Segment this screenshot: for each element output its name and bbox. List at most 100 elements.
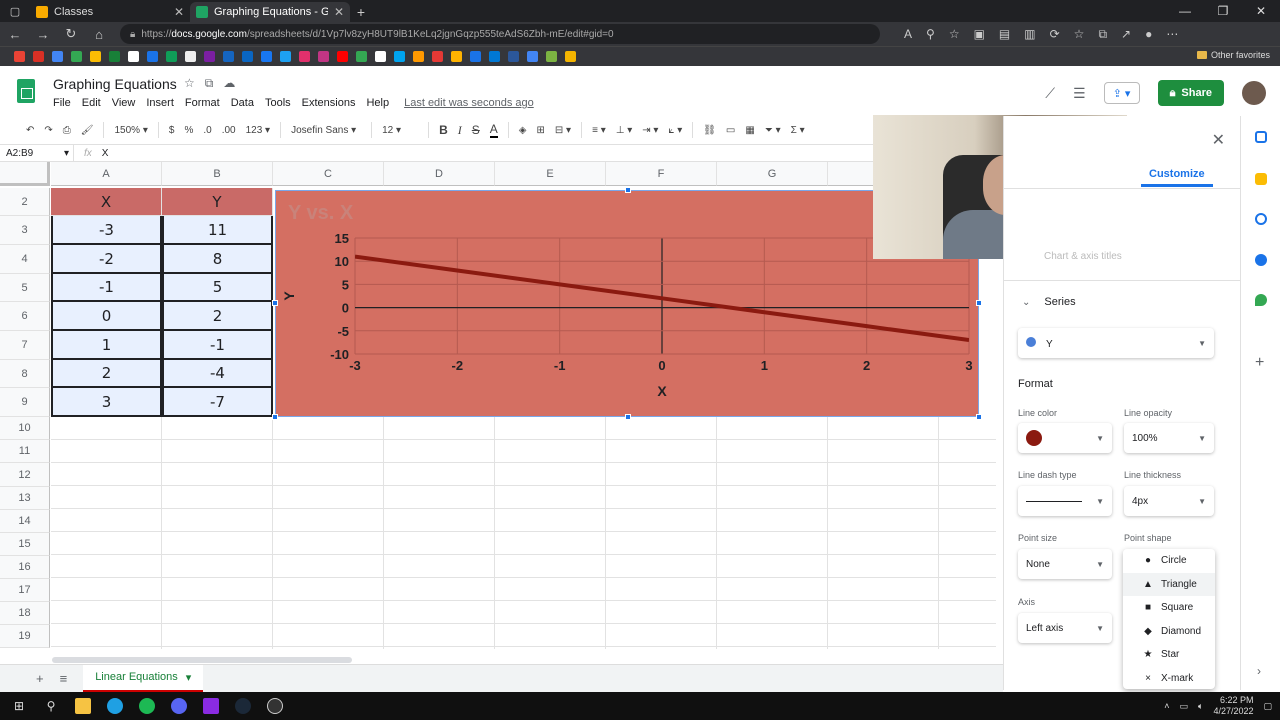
resize-handle[interactable] [625,187,631,193]
decrease-decimal-button[interactable]: .0 [203,125,211,136]
menu-extensions[interactable]: Extensions [302,97,356,109]
column-header-b[interactable]: B [162,162,273,186]
close-icon[interactable]: ✕ [1212,130,1225,150]
share-icon[interactable]: ↗ [1121,27,1131,42]
row-header[interactable]: 18 [0,602,50,625]
window-menu-icon[interactable]: ▢ [0,0,30,22]
bookmark-icon[interactable] [128,51,139,62]
bookmark-icon[interactable] [223,51,234,62]
browser-tab-classes[interactable]: Classes ✕ [30,2,190,22]
close-tab-icon[interactable]: ✕ [174,5,184,19]
bookmark-icon[interactable] [451,51,462,62]
restore-icon[interactable]: ❐ [1204,0,1242,22]
row-header[interactable]: 10 [0,417,50,440]
row-header[interactable]: 8 [0,360,50,388]
extension-icon[interactable]: ▥ [1024,27,1035,42]
formula-input[interactable]: X [102,148,109,159]
row-header[interactable]: 2 [0,188,50,216]
functions-icon[interactable]: Σ ▾ [791,125,805,136]
menu-help[interactable]: Help [366,97,389,109]
bookmark-icon[interactable] [261,51,272,62]
text-rotation-icon[interactable]: ⟀ ▾ [668,125,682,136]
comment-icon[interactable]: ▭ [726,125,735,136]
file-explorer-icon[interactable] [72,696,94,716]
cloud-status-icon[interactable]: ☁ [223,76,235,91]
font-select[interactable]: Josefin Sans ▾ [291,125,361,136]
row-header[interactable]: 6 [0,302,50,331]
browser-tab-sheets[interactable]: Graphing Equations - Google Sh ✕ [190,2,350,22]
row-header[interactable]: 3 [0,216,50,245]
series-section-header[interactable]: ⌄ Series [1022,296,1076,308]
empty-cells[interactable] [51,417,996,649]
windows-start-icon[interactable]: ⊞ [8,696,30,716]
row-header[interactable]: 11 [0,440,50,463]
bookmark-icon[interactable] [52,51,63,62]
header-cell-x[interactable]: X [51,188,162,216]
row-header[interactable]: 12 [0,463,50,487]
series-select[interactable]: Y ▼ [1018,328,1214,358]
bookmark-icon[interactable] [166,51,177,62]
row-header[interactable]: 17 [0,579,50,602]
row-header[interactable]: 5 [0,274,50,302]
table-cell[interactable]: 3 [51,388,162,417]
bookmark-icon[interactable] [204,51,215,62]
url-field[interactable]: 🔒︎ https://docs.google.com/spreadsheets/… [120,24,880,44]
move-icon[interactable]: ⧉ [205,76,214,91]
forward-icon[interactable]: → [36,27,50,42]
bookmark-icon[interactable] [375,51,386,62]
bookmark-icon[interactable] [242,51,253,62]
bookmark-icon[interactable] [185,51,196,62]
last-edit-link[interactable]: Last edit was seconds ago [404,97,534,109]
dash-type-select[interactable]: ▼ [1018,486,1112,516]
zoom-select[interactable]: 150% ▾ [114,125,147,136]
favorite-icon[interactable]: ☆ [949,27,960,42]
bookmark-icon[interactable] [337,51,348,62]
resize-handle[interactable] [625,414,631,420]
table-cell[interactable]: -4 [162,360,273,388]
spotify-icon[interactable] [136,696,158,716]
resize-handle[interactable] [272,300,278,306]
steam-icon[interactable] [232,696,254,716]
close-tab-icon[interactable]: ✕ [334,5,344,19]
increase-decimal-button[interactable]: .00 [222,125,236,136]
column-header-g[interactable]: G [717,162,828,186]
row-header[interactable]: 19 [0,625,50,648]
column-header-c[interactable]: C [273,162,384,186]
read-aloud-icon[interactable]: A [904,27,912,42]
select-all-corner[interactable] [0,162,50,186]
table-cell[interactable]: 2 [162,302,273,331]
borders-icon[interactable]: ⊞ [537,125,545,136]
table-cell[interactable]: 1 [51,331,162,360]
bookmark-icon[interactable] [147,51,158,62]
bookmark-icon[interactable] [71,51,82,62]
network-icon[interactable]: ▭ [1180,701,1189,712]
line-color-select[interactable]: ▼ [1018,423,1112,453]
column-header-f[interactable]: F [606,162,717,186]
shape-option-x-mark[interactable]: × X-mark [1123,667,1215,690]
menu-view[interactable]: View [112,97,136,109]
align-vertical-icon[interactable]: ⊥ ▾ [616,125,633,136]
row-header[interactable]: 9 [0,388,50,417]
extension-icon[interactable]: ⟳ [1050,27,1060,42]
line-opacity-select[interactable]: 100% ▼ [1124,423,1214,453]
trend-icon[interactable]: ⟋ [1045,85,1055,102]
menu-format[interactable]: Format [185,97,220,109]
comments-icon[interactable]: ☰ [1073,85,1086,102]
notifications-icon[interactable]: ▢ [1263,701,1272,712]
bookmark-icon[interactable] [14,51,25,62]
shape-option-triangle[interactable]: ▲ Triangle [1123,572,1215,596]
bookmark-icon[interactable] [546,51,557,62]
tasks-icon[interactable] [1255,213,1267,225]
bookmark-icon[interactable] [394,51,405,62]
currency-button[interactable]: $ [169,125,175,136]
horizontal-scrollbar[interactable] [52,657,352,663]
table-cell[interactable]: -1 [51,274,162,302]
more-formats-select[interactable]: 123 ▾ [246,125,271,136]
row-header[interactable]: 15 [0,533,50,556]
bookmark-icon[interactable] [432,51,443,62]
collections-icon[interactable]: ⧉ [1098,27,1107,42]
table-cell[interactable]: -3 [51,216,162,245]
profile-icon[interactable]: ● [1145,27,1152,42]
shape-option-square[interactable]: ■ Square [1123,596,1215,620]
bookmark-icon[interactable] [508,51,519,62]
